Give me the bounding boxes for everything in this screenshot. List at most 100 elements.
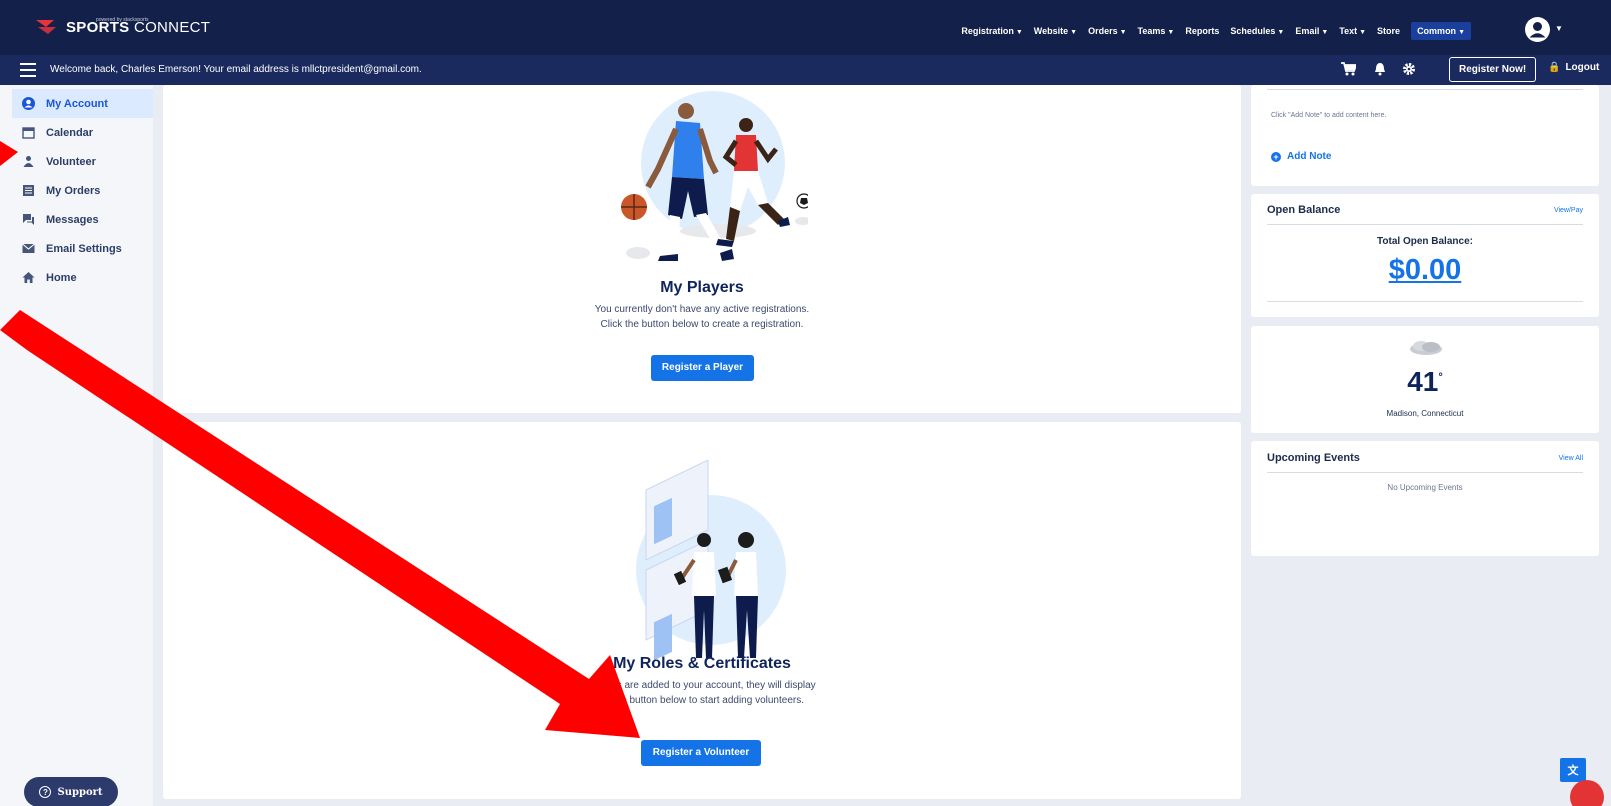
my-roles-title: My Roles & Certificates — [613, 655, 791, 672]
upcoming-events-card: Upcoming Events View All No Upcoming Eve… — [1251, 441, 1599, 556]
sidebar-item-my-account[interactable]: My Account — [12, 89, 153, 118]
my-players-card: My Players You currently don't have any … — [163, 85, 1241, 413]
my-roles-message-1: unteers are added to your account, they … — [588, 680, 816, 691]
sidebar-item-label: Email Settings — [46, 242, 122, 255]
nav-store[interactable]: Store — [1377, 26, 1400, 36]
register-a-player-button[interactable]: Register a Player — [651, 355, 754, 381]
sidebar-item-calendar[interactable]: Calendar — [12, 118, 153, 147]
open-balance-amount[interactable]: $0.00 — [1251, 254, 1599, 287]
nav-label: Text — [1339, 26, 1358, 36]
caret-down-icon: ▼ — [1167, 29, 1175, 36]
sidebar-item-volunteer[interactable]: Volunteer — [12, 147, 153, 176]
welcome-message: Welcome back, Charles Emerson! Your emai… — [50, 64, 422, 75]
logout-button[interactable]: 🔒 Logout — [1548, 62, 1599, 73]
caret-down-icon: ▼ — [1119, 29, 1127, 36]
support-button[interactable]: ? Support — [24, 777, 118, 806]
support-label: Support — [57, 786, 103, 798]
logo-mark-icon — [36, 20, 56, 34]
nav-registration[interactable]: Registration ▼ — [961, 26, 1022, 36]
gear-icon[interactable] — [1402, 62, 1416, 76]
divider — [1267, 301, 1583, 302]
caret-down-icon: ▼ — [1070, 29, 1078, 36]
my-players-message-2: Click the button below to create a regis… — [600, 319, 804, 330]
caret-down-icon: ▼ — [1277, 29, 1285, 36]
notes-empty-text: Click "Add Note" to add content here. — [1271, 112, 1387, 119]
register-now-button[interactable]: Register Now! — [1449, 57, 1537, 82]
lock-icon: 🔒 — [1548, 62, 1561, 73]
translate-icon[interactable]: 文 — [1560, 758, 1586, 782]
notes-card: Click "Add Note" to add content here. + … — [1251, 85, 1599, 186]
top-navbar: SPORTS CONNECT powered by stacksports Re… — [0, 0, 1611, 55]
nav-label: Website — [1033, 26, 1069, 36]
nav-label: Store — [1377, 26, 1401, 36]
sidebar-item-messages[interactable]: Messages — [12, 205, 153, 234]
question-icon: ? — [39, 786, 52, 798]
nav-text[interactable]: Text ▼ — [1339, 26, 1366, 36]
home-icon — [22, 271, 35, 284]
sidebar-item-email-settings[interactable]: Email Settings — [12, 234, 153, 263]
my-roles-card: My Roles & Certificates unteers are adde… — [163, 422, 1241, 799]
sidebar-item-my-orders[interactable]: My Orders — [12, 176, 153, 205]
add-note-button[interactable]: + Add Note — [1271, 151, 1331, 162]
nav-label: Common — [1417, 26, 1457, 36]
nav-schedules[interactable]: Schedules ▼ — [1230, 26, 1284, 36]
nav-label: Email — [1295, 26, 1320, 36]
sidebar-item-label: Calendar — [46, 126, 94, 139]
sidebar-item-label: My Orders — [46, 184, 101, 197]
nav-label: Registration — [961, 26, 1014, 36]
upcoming-events-title: Upcoming Events — [1267, 452, 1360, 464]
sidebar-item-label: Home — [46, 271, 77, 284]
chat-icon — [22, 213, 35, 226]
view-all-link[interactable]: View All — [1559, 455, 1583, 462]
logout-label: Logout — [1565, 62, 1600, 73]
view-pay-link[interactable]: View/Pay — [1554, 207, 1583, 214]
volunteers-illustration — [636, 460, 786, 660]
nav-email[interactable]: Email ▼ — [1295, 26, 1328, 36]
nav-label: Orders — [1088, 26, 1118, 36]
my-players-title: My Players — [660, 279, 744, 296]
divider — [1267, 472, 1583, 473]
total-open-balance-label: Total Open Balance: — [1377, 236, 1473, 247]
players-illustration — [621, 91, 808, 261]
open-balance-title: Open Balance — [1267, 204, 1341, 216]
sidebar-item-label: My Account — [46, 97, 108, 110]
nav-teams[interactable]: Teams ▼ — [1138, 26, 1175, 36]
caret-down-icon: ▼ — [1359, 29, 1367, 36]
calendar-icon — [22, 126, 35, 139]
no-events-text: No Upcoming Events — [1387, 483, 1463, 492]
nav-label: Schedules — [1230, 26, 1276, 36]
divider — [1267, 89, 1583, 90]
nav-label: Reports — [1185, 26, 1220, 36]
nav-website[interactable]: Website ▼ — [1034, 26, 1077, 36]
sidebar-item-home[interactable]: Home — [12, 263, 153, 292]
open-balance-card: Open Balance View/Pay Total Open Balance… — [1251, 194, 1599, 317]
cloud-icon — [1410, 341, 1442, 355]
sidebar-item-label: Messages — [46, 213, 99, 226]
weather-card: 41° Madison, Connecticut — [1251, 326, 1599, 433]
weather-location: Madison, Connecticut — [1386, 409, 1464, 418]
divider — [1267, 224, 1583, 225]
user-avatar-icon[interactable] — [1525, 17, 1550, 42]
main-menu: Registration ▼ Website ▼ Orders ▼ Teams ▼ Report… — [961, 22, 1471, 40]
my-players-message-1: You currently don't have any active regi… — [594, 304, 810, 315]
sidebar-item-label: Volunteer — [46, 155, 96, 168]
cart-icon[interactable] — [1341, 62, 1356, 76]
caret-down-icon: ▼ — [1458, 29, 1465, 36]
plus-circle-icon: + — [1271, 151, 1281, 162]
bell-icon[interactable] — [1374, 62, 1386, 76]
caret-down-icon: ▼ — [1015, 29, 1023, 36]
register-a-volunteer-button[interactable]: Register a Volunteer — [641, 740, 761, 766]
hamburger-menu-icon[interactable] — [20, 63, 36, 77]
brand-tagline: powered by stacksports — [96, 17, 149, 23]
nav-orders[interactable]: Orders ▼ — [1088, 26, 1126, 36]
temperature: 41° — [1407, 366, 1443, 397]
chat-launcher-icon[interactable] — [1570, 780, 1604, 806]
user-circle-icon — [22, 97, 35, 110]
my-roles-message-2: ck the button below to start adding volu… — [599, 695, 804, 706]
add-note-label: Add Note — [1287, 151, 1332, 162]
nav-common[interactable]: Common ▼ — [1411, 22, 1471, 40]
nav-reports[interactable]: Reports — [1185, 26, 1219, 36]
envelope-icon — [22, 242, 35, 255]
nav-label: Teams — [1137, 26, 1166, 36]
user-menu-chevron-icon[interactable]: ▼ — [1555, 24, 1563, 33]
